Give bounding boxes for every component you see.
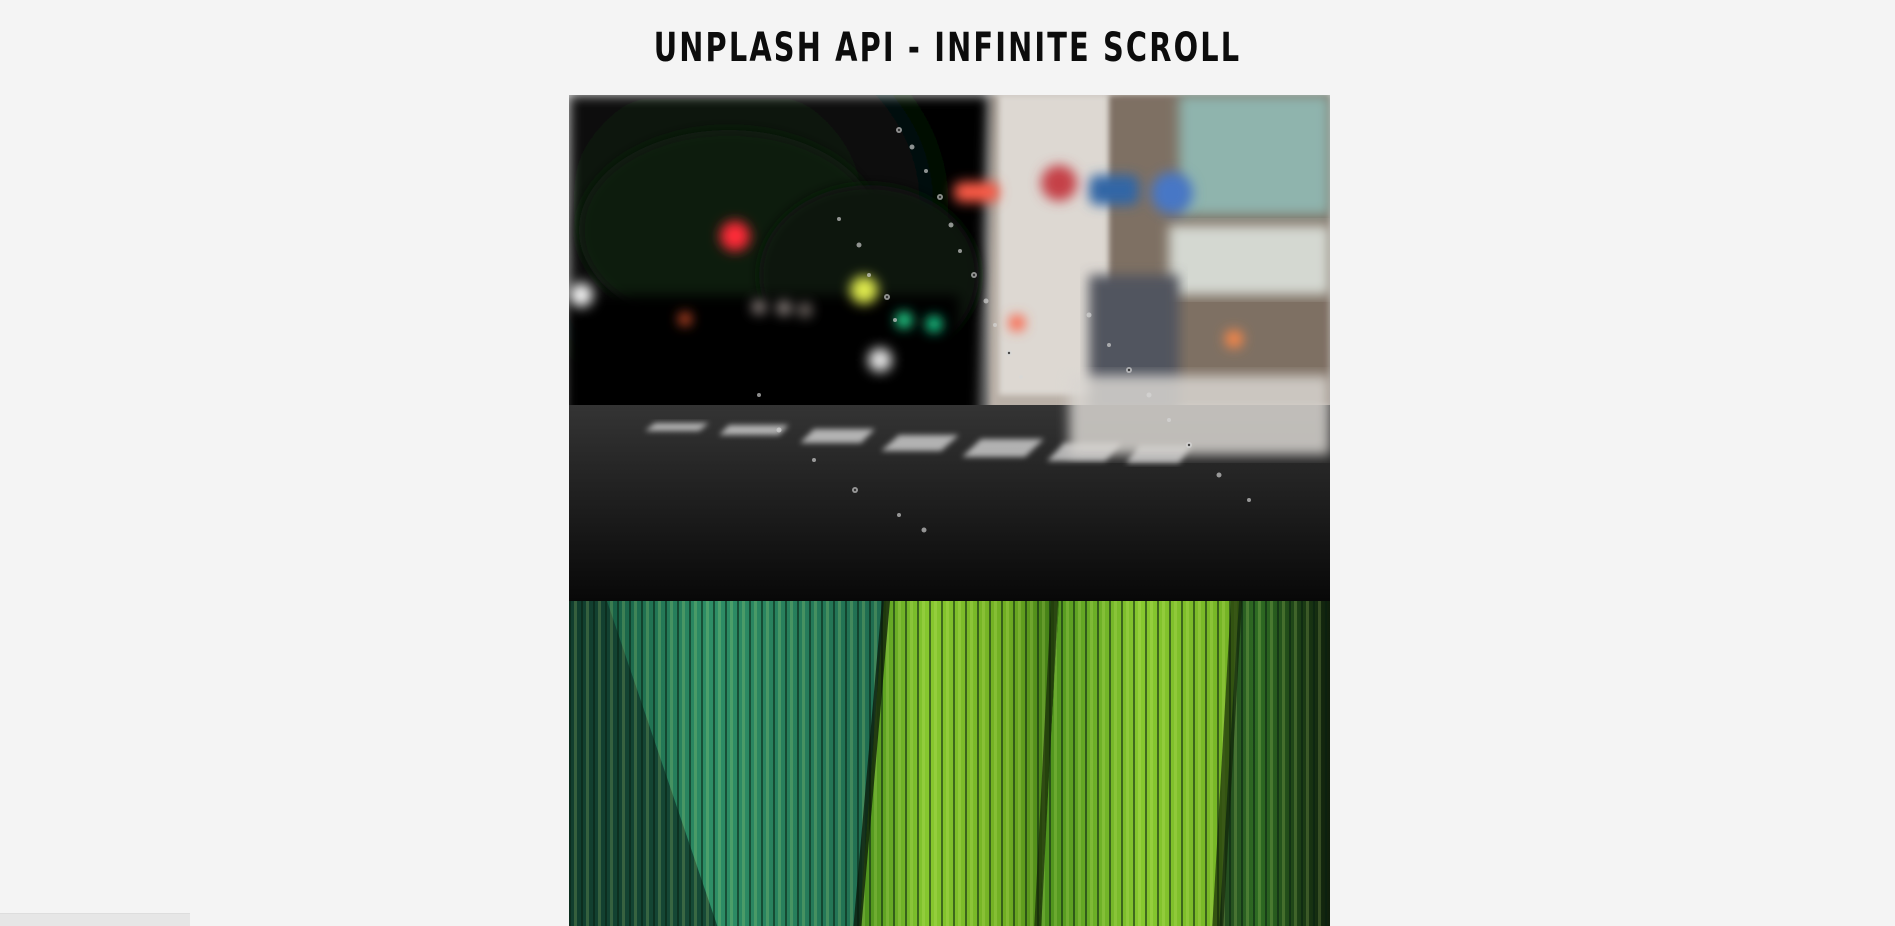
photo-card-rainy-city[interactable] <box>569 95 1330 601</box>
browser-status-strip <box>0 913 190 926</box>
page: UNPLASH API - INFINITE SCROLL <box>0 0 1895 926</box>
photo-card-green-leaf[interactable] <box>569 601 1330 926</box>
green-leaf-photo <box>569 601 1330 926</box>
image-feed[interactable] <box>569 95 1330 926</box>
rainy-city-photo <box>569 95 1330 601</box>
page-title: UNPLASH API - INFINITE SCROLL <box>653 25 1242 71</box>
